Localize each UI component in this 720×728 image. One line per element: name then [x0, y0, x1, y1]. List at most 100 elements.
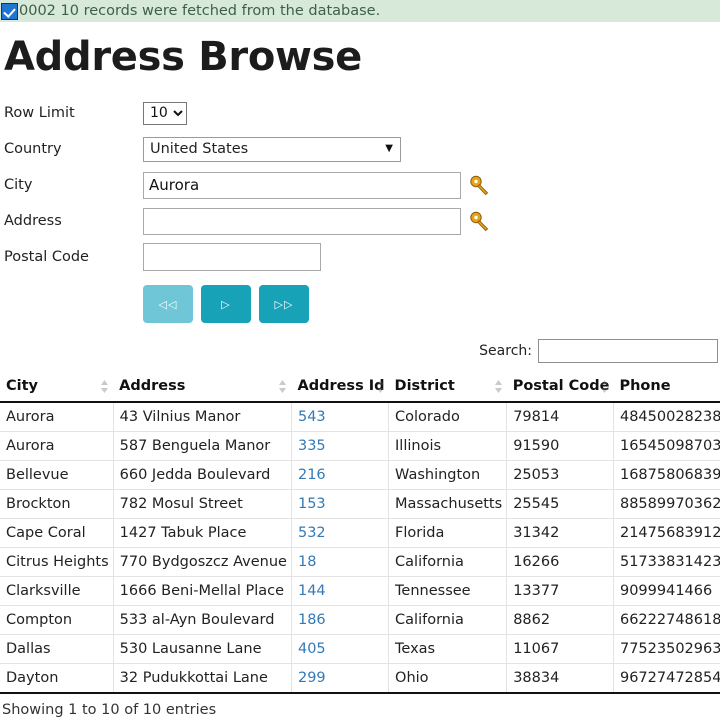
city-input[interactable] — [143, 172, 461, 199]
column-header-city[interactable]: City — [0, 373, 113, 402]
table-row: Aurora587 Benguela Manor335Illinois91590… — [0, 432, 720, 461]
row-limit-label: Row Limit — [0, 105, 143, 121]
table-row: Dayton32 Pudukkottai Lane299Ohio38834967… — [0, 664, 720, 694]
form-row-postal-code: Postal Code — [0, 241, 720, 273]
table-row: Brockton782 Mosul Street 153 Massachusetts… — [0, 490, 720, 519]
cell-address-id[interactable]: 532 — [291, 519, 388, 548]
address-id-link[interactable]: 543 — [298, 409, 326, 425]
cell-city: Aurora — [0, 432, 113, 461]
row-limit-select[interactable]: 10 — [143, 102, 187, 125]
cell-address-id[interactable]: 186 — [291, 606, 388, 635]
alert-dismiss-checkbox[interactable] — [1, 3, 18, 20]
cell-district: California — [389, 548, 507, 577]
table-row: Dallas530 Lausanne Lane405Texas110677752… — [0, 635, 720, 664]
cell-city: Clarksville — [0, 577, 113, 606]
cell-address-id[interactable]: 405 — [291, 635, 388, 664]
table-row: Aurora43 Vilnius Manor543Colorado7981448… — [0, 402, 720, 432]
column-header-city-label: City — [6, 378, 38, 394]
cell-address-id[interactable]: 153 — [291, 490, 388, 519]
column-header-postal-code[interactable]: Postal Code — [507, 373, 614, 402]
form-row-address: Address — [0, 205, 720, 237]
cell-city: Brockton — [0, 490, 113, 519]
sort-arrows-icon — [100, 380, 109, 393]
first-page-button[interactable]: ◁◁ — [143, 285, 193, 323]
cell-district: Massachusetts — [389, 490, 507, 519]
cell-address-id[interactable]: 216 — [291, 461, 388, 490]
city-lookup-key-icon[interactable] — [469, 174, 491, 196]
table-row: Bellevue660 Jedda Boulevard216Washington… — [0, 461, 720, 490]
cell-city: Dallas — [0, 635, 113, 664]
address-id-link[interactable]: 216 — [298, 467, 326, 483]
table-body: Aurora43 Vilnius Manor543Colorado7981448… — [0, 402, 720, 693]
cell-postal-code: 16266 — [507, 548, 614, 577]
cell-phone: 517338314235 — [613, 548, 720, 577]
form-row-country: Country United States ▼ — [0, 133, 720, 165]
search-label: Search: — [479, 343, 532, 359]
sort-arrows-icon — [278, 380, 287, 393]
address-id-link[interactable]: 532 — [298, 525, 326, 541]
cell-phone: 165450987037 — [613, 432, 720, 461]
address-id-link[interactable]: 153 — [298, 496, 326, 512]
column-header-phone-label: Phone — [619, 378, 670, 394]
address-id-link[interactable]: 299 — [298, 670, 326, 686]
form-row-row-limit: Row Limit 10 — [0, 97, 720, 129]
postal-code-label: Postal Code — [0, 249, 143, 265]
address-id-link[interactable]: 335 — [298, 438, 326, 454]
cell-address: 782 Mosul Street — [113, 490, 291, 519]
cell-district: Texas — [389, 635, 507, 664]
cell-address: 770 Bydgoszcz Avenue — [113, 548, 291, 577]
sort-arrows-icon — [376, 380, 385, 393]
column-header-address-id-label: Address Id — [297, 378, 384, 394]
cell-address-id[interactable]: 18 — [291, 548, 388, 577]
column-header-postal-code-label: Postal Code — [513, 378, 610, 394]
entries-info: Showing 1 to 10 of 10 entries — [2, 702, 720, 718]
address-id-link[interactable]: 144 — [298, 583, 326, 599]
cell-postal-code: 79814 — [507, 402, 614, 432]
cell-phone: 967274728547 — [613, 664, 720, 694]
cell-postal-code: 25545 — [507, 490, 614, 519]
chevron-down-icon: ▼ — [385, 144, 393, 154]
city-label: City — [0, 177, 143, 193]
postal-code-input[interactable] — [143, 243, 321, 271]
form-row-city: City — [0, 169, 720, 201]
country-selected-value: United States — [150, 141, 248, 157]
column-header-address-label: Address — [119, 378, 185, 394]
cell-phone: 484500282381 — [613, 402, 720, 432]
address-input[interactable] — [143, 208, 461, 235]
address-label: Address — [0, 213, 143, 229]
table-row: Citrus Heights770 Bydgoszcz Avenue 18 Cali… — [0, 548, 720, 577]
address-results-table: City Address Address Id District — [0, 373, 720, 694]
cell-address: 43 Vilnius Manor — [113, 402, 291, 432]
cell-district: California — [389, 606, 507, 635]
table-row: Cape Coral1427 Tabuk Place532Florida3134… — [0, 519, 720, 548]
cell-address-id[interactable]: 543 — [291, 402, 388, 432]
status-alert-bar: 0002 10 records were fetched from the da… — [0, 0, 720, 22]
column-header-address-id[interactable]: Address Id — [291, 373, 388, 402]
cell-postal-code: 11067 — [507, 635, 614, 664]
last-page-button[interactable]: ▷▷ — [259, 285, 309, 323]
cell-district: Tennessee — [389, 577, 507, 606]
cell-city: Citrus Heights — [0, 548, 113, 577]
column-header-district[interactable]: District — [389, 373, 507, 402]
address-id-link[interactable]: 405 — [298, 641, 326, 657]
column-header-phone[interactable]: Phone — [613, 373, 720, 402]
cell-address-id[interactable]: 299 — [291, 664, 388, 694]
cell-address: 1427 Tabuk Place — [113, 519, 291, 548]
search-input[interactable] — [538, 339, 718, 363]
address-lookup-key-icon[interactable] — [469, 210, 491, 232]
cell-city: Compton — [0, 606, 113, 635]
pagination-controls: ◁◁ ▷ ▷▷ — [143, 285, 720, 323]
address-id-link[interactable]: 18 — [298, 554, 316, 570]
cell-city: Cape Coral — [0, 519, 113, 548]
column-header-address[interactable]: Address — [113, 373, 291, 402]
address-id-link[interactable]: 186 — [298, 612, 326, 628]
cell-address-id[interactable]: 335 — [291, 432, 388, 461]
cell-address: 32 Pudukkottai Lane — [113, 664, 291, 694]
cell-address-id[interactable]: 144 — [291, 577, 388, 606]
next-page-button[interactable]: ▷ — [201, 285, 251, 323]
country-select[interactable]: United States ▼ — [143, 137, 401, 162]
cell-district: Ohio — [389, 664, 507, 694]
cell-postal-code: 13377 — [507, 577, 614, 606]
cell-phone: 775235029633 — [613, 635, 720, 664]
table-row: Compton533 al-Ayn Boulevard186California… — [0, 606, 720, 635]
